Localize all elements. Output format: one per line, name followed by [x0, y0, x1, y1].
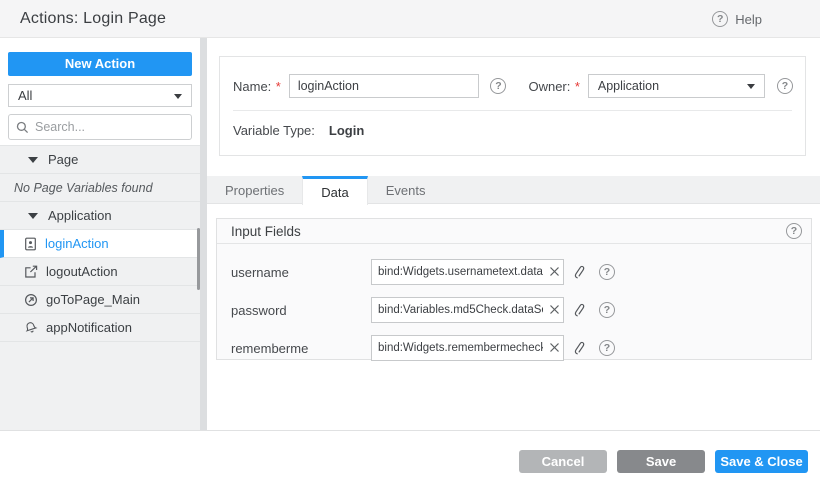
variable-type-label: Variable Type: — [233, 123, 315, 138]
clear-x-icon[interactable] — [548, 303, 561, 316]
tab-data[interactable]: Data — [302, 176, 367, 205]
input-fields-header: Input Fields — [217, 219, 811, 244]
variable-form-panel: Name: * Owner: * Application Variable Ty… — [219, 56, 806, 156]
input-fields-help-icon[interactable] — [786, 223, 802, 239]
form-divider — [233, 110, 792, 111]
top-bar: Actions: Login Page Help — [0, 0, 820, 38]
tree-group-label: Application — [48, 208, 112, 223]
tab-events[interactable]: Events — [368, 176, 444, 204]
required-marker: * — [276, 79, 281, 94]
input-field-row-password: password — [217, 297, 811, 323]
tree-item-appnotification[interactable]: appNotification — [0, 314, 200, 342]
owner-help-icon[interactable] — [777, 78, 793, 94]
tree-item-gotopage-main[interactable]: goToPage_Main — [0, 286, 200, 314]
search-input[interactable] — [35, 116, 187, 138]
help-button[interactable]: Help — [712, 11, 762, 27]
variables-tree: Page No Page Variables found Application… — [0, 145, 200, 430]
filter-value: All — [18, 88, 32, 103]
input-fields-panel: Input Fields username password — [216, 218, 812, 360]
bind-field — [371, 297, 564, 323]
field-help-icon[interactable] — [599, 302, 615, 318]
login-icon — [24, 237, 37, 251]
tree-item-logoutaction[interactable]: logoutAction — [0, 258, 200, 286]
tree-item-label: goToPage_Main — [46, 292, 140, 307]
tab-properties[interactable]: Properties — [207, 176, 302, 204]
name-help-icon[interactable] — [490, 78, 506, 94]
name-input[interactable] — [289, 74, 480, 98]
caret-down-icon — [747, 84, 755, 89]
main-content: Name: * Owner: * Application Variable Ty… — [207, 38, 820, 430]
sidebar-divider — [200, 38, 207, 430]
required-marker: * — [575, 79, 580, 94]
input-field-row-username: username — [217, 259, 811, 285]
field-label: password — [231, 303, 287, 318]
cancel-button[interactable]: Cancel — [519, 450, 607, 473]
tree-group-label: Page — [48, 152, 78, 167]
new-action-button[interactable]: New Action — [8, 52, 192, 76]
help-icon — [712, 11, 728, 27]
field-help-icon[interactable] — [599, 264, 615, 280]
filter-dropdown[interactable]: All — [8, 84, 192, 107]
owner-value: Application — [598, 79, 659, 93]
bind-link-icon[interactable] — [573, 340, 587, 356]
bind-link-icon[interactable] — [573, 302, 587, 318]
tree-item-label: logoutAction — [46, 264, 118, 279]
search-icon — [16, 121, 29, 134]
logout-icon — [24, 265, 38, 279]
page-title: Actions: Login Page — [20, 10, 166, 28]
input-fields-title: Input Fields — [231, 224, 301, 239]
username-bind-input[interactable] — [371, 259, 564, 285]
save-button[interactable]: Save — [617, 450, 705, 473]
tree-item-loginaction[interactable]: loginAction — [0, 230, 200, 258]
tree-group-page[interactable]: Page — [0, 146, 200, 174]
actions-sidebar: New Action All Page No Page Variables fo… — [0, 38, 200, 430]
tree-item-label: appNotification — [46, 320, 132, 335]
field-label: rememberme — [231, 341, 308, 356]
notification-icon — [24, 321, 38, 335]
tree-expand-caret-icon — [28, 157, 38, 163]
bind-field — [371, 335, 564, 361]
name-label: Name: — [233, 79, 271, 94]
clear-x-icon[interactable] — [548, 341, 561, 354]
clear-x-icon[interactable] — [548, 265, 561, 278]
tree-group-application[interactable]: Application — [0, 202, 200, 230]
caret-down-icon — [174, 94, 182, 99]
input-field-row-rememberme: rememberme — [217, 335, 811, 361]
tree-expand-caret-icon — [28, 213, 38, 219]
rememberme-bind-input[interactable] — [371, 335, 564, 361]
save-and-close-button[interactable]: Save & Close — [715, 450, 808, 473]
owner-label: Owner: — [528, 79, 570, 94]
tab-bar: Properties Data Events — [207, 176, 820, 204]
footer-bar: Cancel Save Save & Close — [0, 430, 820, 486]
help-label: Help — [735, 12, 762, 27]
bind-field — [371, 259, 564, 285]
search-box — [8, 114, 192, 140]
bind-link-icon[interactable] — [573, 264, 587, 280]
variable-type-value: Login — [329, 123, 364, 138]
field-help-icon[interactable] — [599, 340, 615, 356]
password-bind-input[interactable] — [371, 297, 564, 323]
tree-item-label: loginAction — [45, 236, 109, 251]
navigate-icon — [24, 293, 38, 307]
owner-dropdown[interactable]: Application — [588, 74, 765, 98]
tree-empty-message: No Page Variables found — [0, 174, 200, 202]
field-label: username — [231, 265, 289, 280]
